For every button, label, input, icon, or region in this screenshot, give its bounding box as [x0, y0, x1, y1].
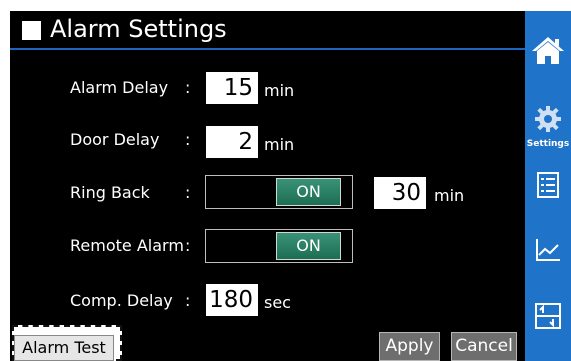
gear-icon: [535, 106, 561, 132]
alarm-delay-label: Alarm Delay: [70, 78, 169, 97]
alarm-test-button[interactable]: Alarm Test: [14, 335, 114, 361]
comp-delay-colon: :: [185, 291, 191, 310]
sidebar-item-settings-label: Settings: [526, 139, 570, 149]
remote-alarm-toggle-panel: ON: [205, 229, 353, 263]
remote-alarm-label: Remote Alarm: [70, 236, 184, 255]
sidebar-item-chart[interactable]: [525, 233, 571, 265]
list-icon: [537, 172, 559, 198]
comp-delay-label: Comp. Delay: [70, 291, 173, 310]
title-square-icon: [22, 21, 41, 40]
ring-back-label: Ring Back: [70, 183, 150, 202]
chart-icon: [536, 239, 560, 261]
cancel-button[interactable]: Cancel: [451, 332, 517, 361]
ring-back-unit: min: [434, 186, 465, 205]
sidebar-item-list[interactable]: [525, 169, 571, 201]
door-delay-input[interactable]: 2: [206, 126, 258, 158]
sidebar-item-home[interactable]: [525, 31, 571, 71]
alarm-delay-unit: min: [264, 81, 295, 100]
door-delay-label: Door Delay: [70, 130, 160, 149]
sidebar-item-transfer[interactable]: [525, 299, 571, 333]
ring-back-colon: :: [185, 183, 191, 202]
sidebar: Settings: [525, 11, 571, 361]
alarm-delay-colon: :: [185, 78, 191, 97]
alarm-settings-screen: Alarm Settings Alarm Delay : 15 min Door…: [10, 11, 525, 361]
home-icon: [532, 37, 564, 64]
ring-back-toggle-panel: ON: [205, 175, 353, 209]
ring-back-minutes-input[interactable]: 30: [374, 177, 426, 209]
transfer-icon: [535, 303, 561, 329]
sidebar-item-settings[interactable]: Settings: [525, 103, 571, 151]
title-divider: [10, 48, 525, 50]
remote-alarm-toggle[interactable]: ON: [276, 232, 341, 260]
remote-alarm-colon: :: [185, 236, 191, 255]
comp-delay-input[interactable]: 180: [206, 284, 258, 316]
ring-back-toggle[interactable]: ON: [276, 178, 341, 206]
door-delay-unit: min: [264, 135, 295, 154]
apply-button[interactable]: Apply: [379, 332, 440, 361]
title-bar: Alarm Settings: [10, 11, 525, 48]
door-delay-colon: :: [185, 130, 191, 149]
page-title: Alarm Settings: [50, 15, 227, 43]
comp-delay-unit: sec: [264, 293, 291, 312]
alarm-delay-input[interactable]: 15: [206, 72, 258, 104]
